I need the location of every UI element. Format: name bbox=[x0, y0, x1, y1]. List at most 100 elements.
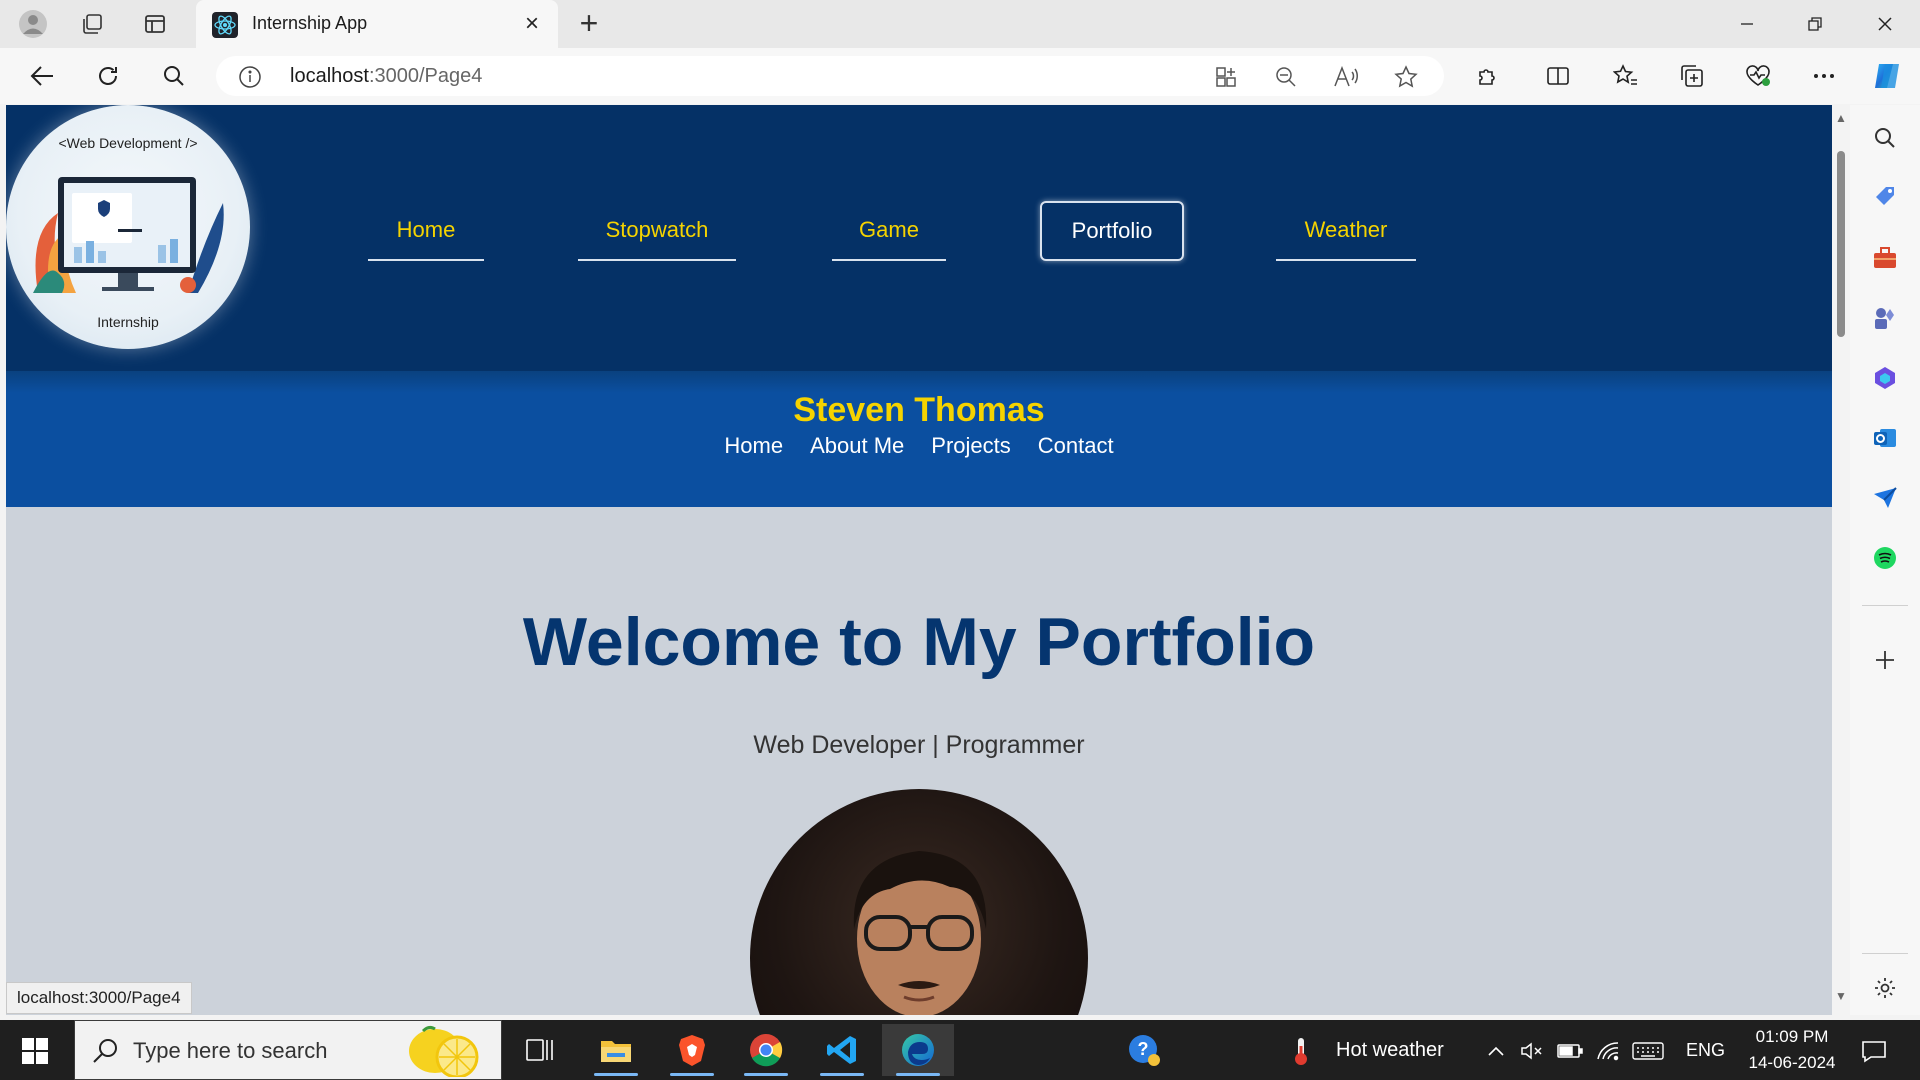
weather-text[interactable]: Hot weather bbox=[1336, 1039, 1444, 1062]
read-aloud-icon[interactable] bbox=[1332, 64, 1360, 90]
microsoft-365-icon[interactable] bbox=[1868, 361, 1902, 395]
portfolio-nav-about[interactable]: About Me bbox=[810, 433, 904, 459]
welcome-heading: Welcome to My Portfolio bbox=[522, 604, 1316, 680]
portfolio-name: Steven Thomas bbox=[793, 391, 1045, 429]
portfolio-nav-home[interactable]: Home bbox=[724, 433, 783, 459]
scroll-thumb[interactable] bbox=[1837, 151, 1845, 337]
tools-icon[interactable] bbox=[1868, 241, 1902, 275]
portfolio-header: Steven Thomas Home About Me Projects Con… bbox=[6, 371, 1832, 507]
minimize-icon[interactable] bbox=[1724, 8, 1770, 40]
tagline: Web Developer | Programmer bbox=[753, 731, 1085, 759]
tab-title: Internship App bbox=[252, 13, 368, 33]
copilot-icon[interactable] bbox=[1870, 57, 1908, 95]
url-host: localhost bbox=[290, 65, 369, 87]
profile-icon[interactable] bbox=[16, 8, 50, 40]
browser-toolbar: localhost:3000/Page4 bbox=[0, 48, 1920, 104]
language-indicator[interactable]: ENG bbox=[1686, 1040, 1725, 1061]
workspaces-icon[interactable] bbox=[76, 8, 110, 40]
portfolio-nav-contact[interactable]: Contact bbox=[1038, 433, 1114, 459]
favorites-icon[interactable] bbox=[1610, 60, 1642, 92]
nav-game[interactable]: Game bbox=[832, 201, 946, 261]
outlook-icon[interactable] bbox=[1868, 421, 1902, 455]
browser-essentials-icon[interactable] bbox=[1742, 60, 1774, 92]
restore-icon[interactable] bbox=[1792, 8, 1838, 40]
collections-icon[interactable] bbox=[1676, 60, 1708, 92]
battery-icon[interactable] bbox=[1556, 1034, 1584, 1068]
app-available-icon[interactable] bbox=[1212, 64, 1240, 90]
task-view-icon[interactable] bbox=[504, 1024, 576, 1076]
sidebar-divider-bottom bbox=[1862, 953, 1908, 954]
sidebar-settings-icon[interactable] bbox=[1868, 971, 1902, 1005]
url-path: :3000/Page4 bbox=[368, 65, 483, 87]
nav-weather[interactable]: Weather bbox=[1276, 201, 1416, 261]
sidebar-divider bbox=[1862, 605, 1908, 606]
extensions-icon[interactable] bbox=[1472, 60, 1504, 92]
windows-start-icon[interactable] bbox=[12, 1034, 58, 1068]
brave-running-indicator bbox=[670, 1073, 714, 1076]
thermometer-icon[interactable] bbox=[1288, 1034, 1314, 1068]
main-nav: Home Stopwatch Game Portfolio Weather bbox=[6, 105, 1832, 371]
edge-icon[interactable] bbox=[882, 1024, 954, 1076]
scroll-up-icon[interactable]: ▲ bbox=[1835, 111, 1847, 125]
volume-muted-icon[interactable] bbox=[1518, 1034, 1546, 1068]
page-scrollbar[interactable]: ▲ ▼ bbox=[1832, 105, 1850, 1015]
info-icon[interactable] bbox=[238, 65, 262, 89]
portfolio-hero: Welcome to My Portfolio Web Developer | … bbox=[6, 507, 1832, 1015]
nav-home[interactable]: Home bbox=[368, 201, 484, 261]
app-header: <Web Development /> Internship Home Stop… bbox=[6, 105, 1832, 371]
taskbar-search[interactable]: Type here to search bbox=[74, 1020, 502, 1080]
windows-taskbar: Type here to search ? Hot weather ENG 01… bbox=[0, 1020, 1920, 1080]
close-tab-icon[interactable]: × bbox=[520, 10, 544, 38]
new-tab-icon[interactable]: + bbox=[572, 6, 606, 42]
clock-date: 14-06-2024 bbox=[1748, 1053, 1836, 1072]
nav-portfolio[interactable]: Portfolio bbox=[1040, 201, 1184, 261]
chrome-running-indicator bbox=[744, 1073, 788, 1076]
edge-sidebar bbox=[1850, 105, 1920, 1015]
show-hidden-icons-chevron-icon[interactable] bbox=[1484, 1034, 1508, 1068]
clock-time: 01:09 PM bbox=[1755, 1027, 1829, 1046]
spotify-icon[interactable] bbox=[1868, 541, 1902, 575]
taskbar-search-icon bbox=[93, 1039, 117, 1063]
search-icon[interactable] bbox=[154, 58, 194, 94]
send-icon[interactable] bbox=[1868, 481, 1902, 515]
svg-text:?: ? bbox=[1138, 1039, 1149, 1059]
scroll-down-icon[interactable]: ▼ bbox=[1835, 989, 1847, 1003]
vscode-icon[interactable] bbox=[806, 1024, 878, 1076]
split-screen-icon[interactable] bbox=[1542, 60, 1574, 92]
wifi-icon[interactable] bbox=[1594, 1034, 1622, 1068]
favorite-star-icon[interactable] bbox=[1392, 64, 1420, 90]
url-text: localhost:3000/Page4 bbox=[290, 65, 482, 88]
nav-stopwatch[interactable]: Stopwatch bbox=[578, 201, 736, 261]
browser-title-bar: Internship App × + bbox=[0, 0, 1920, 48]
portfolio-nav: Home About Me Projects Contact bbox=[6, 433, 1832, 459]
edge-running-indicator bbox=[896, 1073, 940, 1076]
more-icon[interactable] bbox=[1808, 60, 1840, 92]
header-shadow bbox=[6, 371, 1832, 393]
status-url-tooltip: localhost:3000/Page4 bbox=[6, 982, 192, 1014]
vscode-running-indicator bbox=[820, 1073, 864, 1076]
page-viewport: <Web Development /> Internship Home Stop… bbox=[6, 105, 1832, 1015]
close-window-icon[interactable] bbox=[1862, 8, 1908, 40]
taskbar-search-placeholder: Type here to search bbox=[133, 1038, 328, 1063]
help-icon[interactable]: ? bbox=[1108, 1024, 1180, 1076]
tab-internship-app[interactable]: Internship App × bbox=[196, 0, 558, 48]
notification-icon[interactable] bbox=[1856, 1034, 1892, 1068]
react-favicon bbox=[212, 12, 238, 38]
back-icon[interactable] bbox=[22, 58, 62, 94]
system-clock[interactable]: 01:09 PM 14-06-2024 bbox=[1742, 1024, 1842, 1076]
lemon-illustration bbox=[409, 1025, 479, 1077]
chrome-icon[interactable] bbox=[730, 1024, 802, 1076]
games-icon[interactable] bbox=[1868, 301, 1902, 335]
profile-photo bbox=[750, 789, 1088, 1015]
file-explorer-icon[interactable] bbox=[580, 1024, 652, 1076]
add-sidebar-app-icon[interactable] bbox=[1868, 643, 1902, 677]
tab-actions-icon[interactable] bbox=[138, 8, 172, 40]
zoom-out-icon[interactable] bbox=[1272, 64, 1300, 90]
keyboard-icon[interactable] bbox=[1630, 1034, 1666, 1068]
sidebar-search-icon[interactable] bbox=[1868, 121, 1902, 155]
portfolio-nav-projects[interactable]: Projects bbox=[931, 433, 1010, 459]
brave-browser-icon[interactable] bbox=[656, 1024, 728, 1076]
refresh-icon[interactable] bbox=[88, 58, 128, 94]
address-bar[interactable]: localhost:3000/Page4 bbox=[216, 56, 1444, 96]
shopping-icon[interactable] bbox=[1868, 181, 1902, 215]
